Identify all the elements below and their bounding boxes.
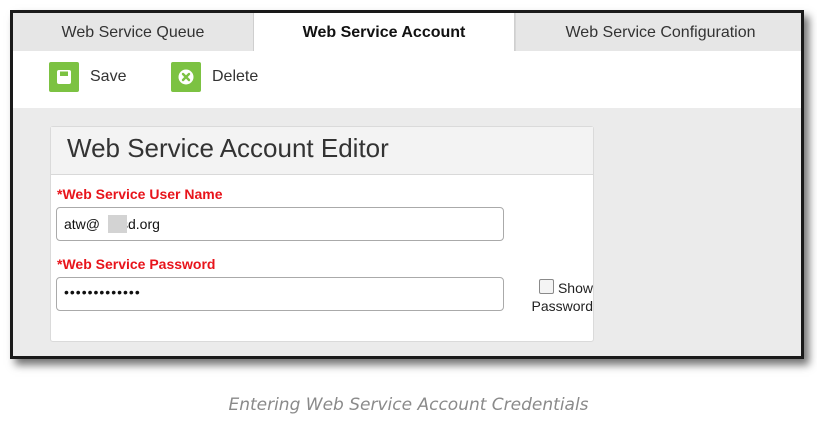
tab-web-service-queue[interactable]: Web Service Queue <box>13 13 253 51</box>
save-button-label: Save <box>90 68 127 85</box>
panel-title: Web Service Account Editor <box>67 133 389 163</box>
show-password-label-line2: Password <box>531 298 593 314</box>
panel-header: Web Service Account Editor <box>51 127 593 175</box>
show-password-toggle[interactable]: Show Password <box>505 279 593 315</box>
app-window: Web Service Queue Web Service Account We… <box>10 10 804 359</box>
tab-bar: Web Service Queue Web Service Account We… <box>13 13 801 52</box>
figure-caption: Entering Web Service Account Credentials <box>228 395 589 415</box>
show-password-label-line1: Show <box>557 280 593 296</box>
password-value: ••••••••••••• <box>64 284 141 300</box>
save-icon <box>49 62 79 92</box>
username-value-prefix: atw@ <box>64 216 100 232</box>
tab-web-service-account[interactable]: Web Service Account <box>253 13 515 52</box>
username-field[interactable]: atw@ sd.org <box>56 207 504 241</box>
save-button[interactable]: Save <box>49 62 126 92</box>
password-label: *Web Service Password <box>57 256 216 272</box>
password-field[interactable]: ••••••••••••• <box>56 277 504 311</box>
username-label: *Web Service User Name <box>57 186 223 202</box>
redaction-block <box>108 215 127 233</box>
show-password-checkbox[interactable] <box>538 279 554 294</box>
tab-web-service-configuration[interactable]: Web Service Configuration <box>515 13 801 51</box>
account-editor-panel: Web Service Account Editor *Web Service … <box>50 126 594 342</box>
delete-icon <box>171 62 201 92</box>
toolbar: Save Delete <box>13 51 801 108</box>
delete-button-label: Delete <box>212 68 259 85</box>
delete-button[interactable]: Delete <box>171 62 258 92</box>
